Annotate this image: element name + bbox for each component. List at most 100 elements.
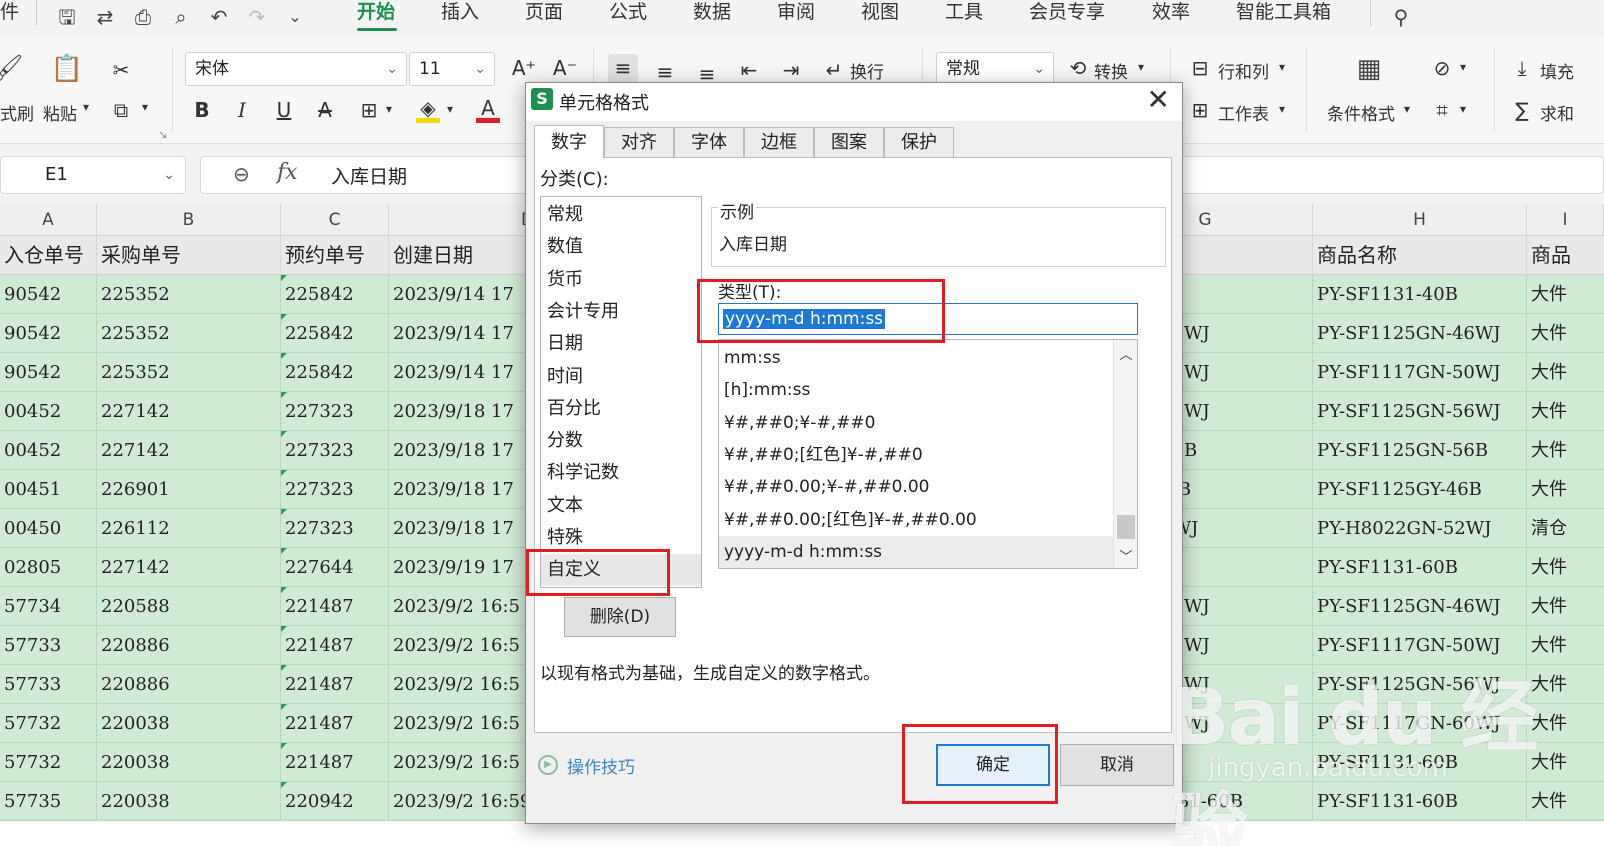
- table-cell[interactable]: 大件: [1527, 665, 1604, 704]
- copy-icon[interactable]: ⧉: [106, 96, 136, 124]
- category-item[interactable]: 百分比: [547, 393, 601, 425]
- tab-efficiency[interactable]: 效率: [1152, 0, 1190, 34]
- chevron-down-icon[interactable]: ▾: [386, 102, 392, 116]
- header-cell[interactable]: 入仓单号: [0, 236, 97, 275]
- name-box[interactable]: E1 ⌄: [0, 156, 186, 194]
- align-top-icon[interactable]: ≡: [608, 54, 638, 82]
- format-painter-label[interactable]: 式刷: [0, 100, 34, 125]
- table-cell[interactable]: 大件: [1527, 275, 1604, 314]
- category-item[interactable]: 特殊: [547, 522, 583, 554]
- redo-icon[interactable]: ↷: [244, 4, 270, 30]
- table-cell[interactable]: PY-SF1131-60B: [1313, 782, 1527, 821]
- tab-tools[interactable]: 工具: [945, 0, 983, 34]
- paste-icon[interactable]: 📋: [50, 52, 84, 86]
- share-icon[interactable]: ⇄: [92, 4, 118, 30]
- tab-pattern[interactable]: 图案: [814, 127, 884, 159]
- table-cell[interactable]: 90542: [0, 275, 97, 314]
- tab-alignment[interactable]: 对齐: [604, 127, 674, 159]
- table-cell[interactable]: 221487: [281, 743, 389, 782]
- tab-insert[interactable]: 插入: [441, 0, 479, 34]
- category-item[interactable]: 科学记数: [547, 457, 619, 489]
- chevron-up-icon[interactable]: ︿: [1114, 344, 1137, 363]
- table-cell[interactable]: 227323: [281, 509, 389, 548]
- type-option[interactable]: ¥#,##0.00;[红色]¥-#,##0.00: [719, 504, 1113, 536]
- table-cell[interactable]: 00452: [0, 431, 97, 470]
- table-cell[interactable]: PY-SF1131-60B: [1313, 743, 1527, 782]
- scrollbar-thumb[interactable]: [1117, 515, 1135, 539]
- type-list-scrollbar[interactable]: ︿ ﹀: [1113, 340, 1137, 568]
- chevron-down-icon[interactable]: ▾: [447, 102, 453, 116]
- tab-review[interactable]: 审阅: [777, 0, 815, 34]
- table-cell[interactable]: PY-SF1125GN-56WJ: [1313, 392, 1527, 431]
- table-cell[interactable]: 227142: [97, 431, 281, 470]
- sum-icon[interactable]: ∑: [1508, 96, 1536, 124]
- table-cell[interactable]: 大件: [1527, 314, 1604, 353]
- border-icon[interactable]: ⊞: [355, 96, 383, 124]
- table-cell[interactable]: 大件: [1527, 626, 1604, 665]
- worksheet-icon[interactable]: ⊞: [1186, 96, 1214, 124]
- table-cell[interactable]: 大件: [1527, 587, 1604, 626]
- table-cell[interactable]: 220886: [97, 626, 281, 665]
- clipboard-launcher-icon[interactable]: ↘: [158, 128, 167, 141]
- grow-font-button[interactable]: A⁺: [507, 54, 541, 82]
- table-cell[interactable]: 清仓: [1527, 509, 1604, 548]
- header-cell[interactable]: 商品名称: [1313, 236, 1527, 275]
- row-col-icon[interactable]: ⊟: [1186, 54, 1214, 82]
- table-cell[interactable]: PY-H8022GN-52WJ: [1313, 509, 1527, 548]
- font-name-select[interactable]: 宋体 ⌄: [185, 52, 407, 86]
- table-cell[interactable]: 57735: [0, 782, 97, 821]
- table-cell[interactable]: 221487: [281, 587, 389, 626]
- table-cell[interactable]: 226901: [97, 470, 281, 509]
- table-cell[interactable]: 大件: [1527, 353, 1604, 392]
- type-option[interactable]: ¥#,##0;¥-#,##0: [719, 407, 1113, 439]
- row-col-label[interactable]: 行和列: [1218, 58, 1269, 83]
- type-list[interactable]: mm:ss [h]:mm:ss ¥#,##0;¥-#,##0 ¥#,##0;[红色]¥…: [718, 339, 1138, 569]
- wrap-text-icon[interactable]: ↵: [820, 56, 848, 84]
- table-cell[interactable]: PY-SF1125GN-46WJ: [1313, 314, 1527, 353]
- table-cell[interactable]: 大件: [1527, 704, 1604, 743]
- tab-member[interactable]: 会员专享: [1029, 0, 1105, 34]
- type-input[interactable]: yyyy-m-d h:mm:ss: [718, 303, 1138, 335]
- tab-border[interactable]: 边框: [744, 127, 814, 159]
- number-format-select[interactable]: 常规 ⌄: [936, 52, 1054, 86]
- type-option[interactable]: yyyy-m-d h:mm:ss: [719, 535, 1113, 568]
- conditional-format-label[interactable]: 条件格式: [1327, 100, 1395, 125]
- table-cell[interactable]: 57733: [0, 626, 97, 665]
- table-cell[interactable]: 226112: [97, 509, 281, 548]
- tab-protection[interactable]: 保护: [884, 127, 954, 159]
- sum-label[interactable]: 求和: [1540, 100, 1574, 125]
- category-item[interactable]: 分数: [547, 425, 583, 457]
- table-cell[interactable]: 220886: [97, 665, 281, 704]
- table-cell[interactable]: 00450: [0, 509, 97, 548]
- table-cell[interactable]: 221487: [281, 704, 389, 743]
- category-item[interactable]: 时间: [547, 361, 583, 393]
- table-cell[interactable]: PY-SF1131-60B: [1313, 548, 1527, 587]
- table-cell[interactable]: 225352: [97, 275, 281, 314]
- cut-icon[interactable]: ✂: [106, 56, 136, 84]
- delete-button[interactable]: 删除(D): [564, 597, 676, 637]
- italic-button[interactable]: I: [228, 96, 256, 124]
- chevron-down-icon[interactable]: ⌄: [282, 4, 308, 30]
- table-cell[interactable]: PY-SF1117GN-60WJ: [1313, 704, 1527, 743]
- table-cell[interactable]: 227323: [281, 392, 389, 431]
- table-cell[interactable]: PY-SF1117GN-50WJ: [1313, 626, 1527, 665]
- tab-formula[interactable]: 公式: [609, 0, 647, 34]
- fill-down-icon[interactable]: ⤓: [1508, 54, 1536, 82]
- close-icon[interactable]: ✕: [1147, 85, 1170, 115]
- shrink-font-button[interactable]: A⁻: [548, 54, 582, 82]
- chevron-down-icon[interactable]: ▾: [1279, 60, 1285, 74]
- table-cell[interactable]: 220588: [97, 587, 281, 626]
- table-cell[interactable]: 225352: [97, 353, 281, 392]
- tab-smart-toolbox[interactable]: 智能工具箱: [1236, 0, 1331, 34]
- type-option[interactable]: mm:ss: [719, 342, 1113, 374]
- convert-label[interactable]: 转换: [1094, 58, 1128, 83]
- print-preview-icon[interactable]: ⌕: [168, 4, 194, 30]
- table-cell[interactable]: 225352: [97, 314, 281, 353]
- table-cell[interactable]: 220038: [97, 782, 281, 821]
- cancel-button[interactable]: 取消: [1060, 744, 1174, 786]
- table-cell[interactable]: 大件: [1527, 431, 1604, 470]
- table-cell[interactable]: PY-SF1125GN-56WJ: [1313, 665, 1527, 704]
- column-header-i[interactable]: I: [1527, 204, 1604, 236]
- worksheet-label[interactable]: 工作表: [1218, 100, 1269, 125]
- font-size-select[interactable]: 11 ⌄: [409, 52, 495, 86]
